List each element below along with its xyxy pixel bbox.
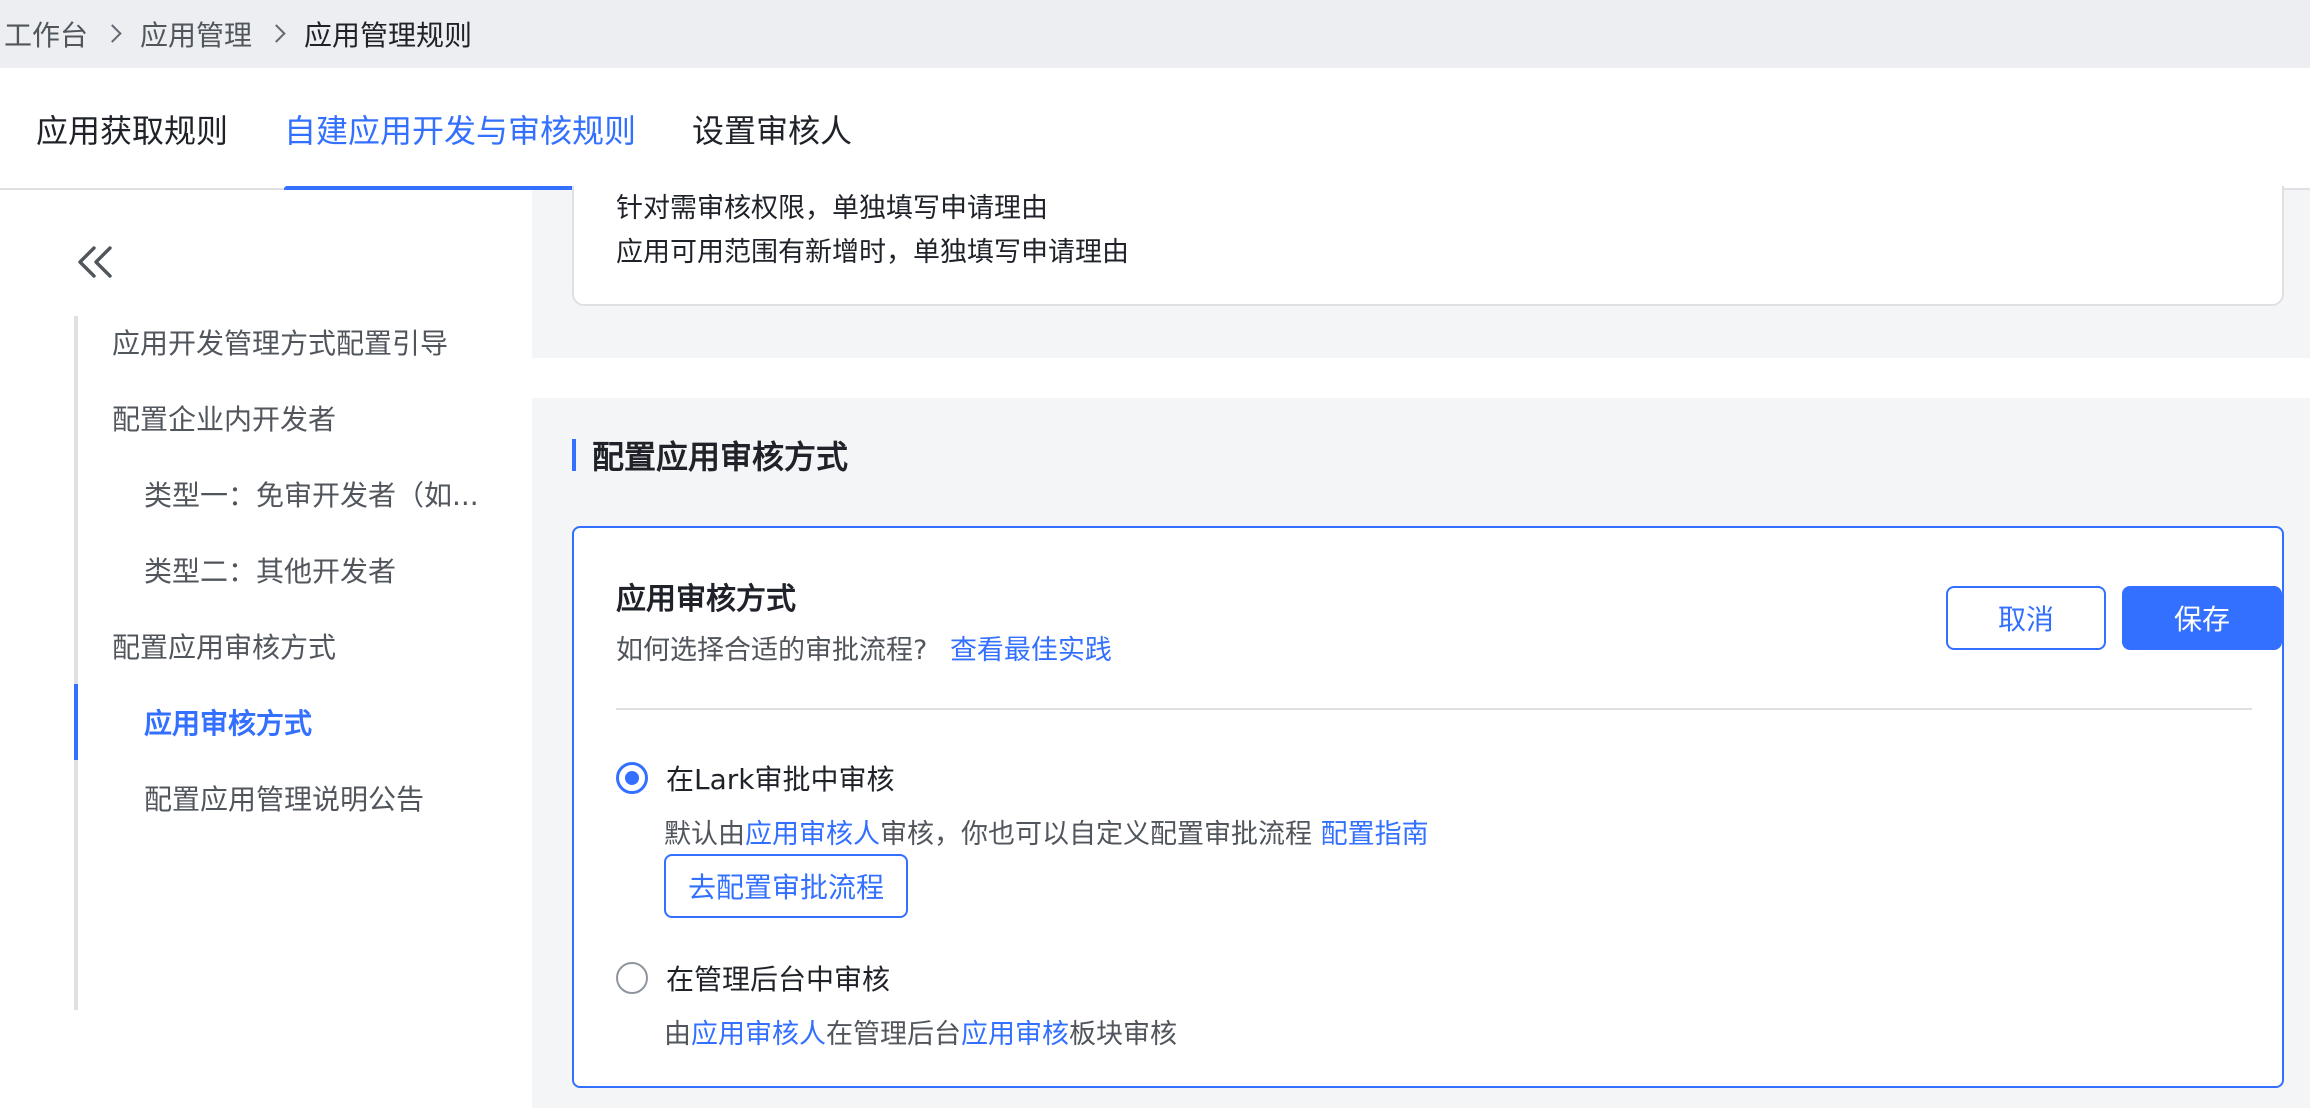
section-separator — [532, 358, 2310, 398]
toc-item-label: 应用审核方式 — [144, 707, 313, 740]
app-review-section-link[interactable]: 应用审核 — [961, 1019, 1069, 1050]
radio-unchecked-icon[interactable] — [616, 962, 648, 994]
toc-item-label: 类型一：免审开发者（如... — [144, 479, 479, 512]
tab-custom-app-dev-review-rules[interactable]: 自建应用开发与审核规则 — [284, 68, 637, 192]
double-chevron-left-icon[interactable] — [74, 240, 122, 284]
tab-bar: 应用获取规则 自建应用开发与审核规则 设置审核人 — [0, 68, 2310, 192]
section-title-bar — [572, 439, 576, 471]
main-content: 针对需审核权限，单独填写申请理由 应用可用范围有新增时，单独填写申请理由 配置应… — [532, 186, 2310, 1108]
page: 工作台 应用管理 应用管理规则 应用获取规则 自建应用开发与审核规则 设置审核人… — [0, 0, 2310, 1108]
previous-section-card: 针对需审核权限，单独填写申请理由 应用可用范围有新增时，单独填写申请理由 — [572, 186, 2284, 306]
toc-item-label: 配置企业内开发者 — [112, 403, 337, 436]
card-divider — [616, 708, 2252, 710]
toc-item-type-one-developers[interactable]: 类型一：免审开发者（如... — [74, 456, 494, 532]
option-description: 由应用审核人在管理后台应用审核板块审核 — [664, 1012, 1177, 1051]
toc-item-label: 配置应用管理说明公告 — [144, 783, 425, 816]
breadcrumb: 工作台 应用管理 应用管理规则 — [0, 0, 2310, 68]
desc-text: 板块审核 — [1069, 1019, 1177, 1050]
toc-item-management-notice[interactable]: 配置应用管理说明公告 — [74, 760, 494, 836]
reason-rule-line: 针对需审核权限，单独填写申请理由 — [616, 193, 1048, 224]
breadcrumb-item-workbench[interactable]: 工作台 — [4, 14, 88, 54]
card-subtitle: 如何选择合适的审批流程? 查看最佳实践 — [616, 628, 1112, 667]
app-reviewer-link[interactable]: 应用审核人 — [691, 1019, 826, 1050]
reason-rule-line: 应用可用范围有新增时，单独填写申请理由 — [616, 237, 1129, 268]
save-button[interactable]: 保存 — [2122, 586, 2282, 650]
breadcrumb-item-current: 应用管理规则 — [304, 19, 473, 52]
toc-item-review-method[interactable]: 应用审核方式 — [74, 684, 494, 760]
sidebar-toc: 应用开发管理方式配置引导 配置企业内开发者 类型一：免审开发者（如... 类型二… — [0, 190, 532, 1108]
configure-approval-flow-button[interactable]: 去配置审批流程 — [664, 854, 908, 918]
radio-label: 在Lark审批中审核 — [666, 763, 895, 796]
chevron-right-icon — [258, 20, 298, 48]
chevron-right-icon — [94, 20, 134, 48]
card-subtitle-text: 如何选择合适的审批流程? — [616, 635, 928, 666]
radio-option-lark-approval[interactable]: 在Lark审批中审核 — [616, 760, 895, 796]
review-method-card: 应用审核方式 如何选择合适的审批流程? 查看最佳实践 取消 保存 在Lark审批… — [572, 526, 2284, 1088]
config-guide-link[interactable]: 配置指南 — [1321, 819, 1429, 850]
section-title: 配置应用审核方式 — [572, 438, 848, 476]
toc-item-dev-guide[interactable]: 应用开发管理方式配置引导 — [74, 304, 494, 380]
toc-item-type-two-developers[interactable]: 类型二：其他开发者 — [74, 532, 494, 608]
option-description: 默认由应用审核人审核，你也可以自定义配置审批流程 配置指南 — [664, 812, 1429, 851]
toc-item-config-developers[interactable]: 配置企业内开发者 — [74, 380, 494, 456]
best-practice-link[interactable]: 查看最佳实践 — [950, 635, 1112, 666]
card-title: 应用审核方式 — [616, 582, 796, 617]
desc-text: 在管理后台 — [826, 1019, 961, 1050]
tab-set-reviewer[interactable]: 设置审核人 — [692, 68, 852, 190]
toc-item-label: 类型二：其他开发者 — [144, 555, 397, 588]
cancel-button[interactable]: 取消 — [1946, 586, 2106, 650]
breadcrumb-item-app-management[interactable]: 应用管理 — [140, 14, 252, 54]
radio-checked-icon[interactable] — [616, 762, 648, 794]
desc-text: 审核，你也可以自定义配置审批流程 — [880, 819, 1312, 850]
desc-text: 默认由 — [664, 819, 745, 850]
toc-item-label: 应用开发管理方式配置引导 — [112, 327, 449, 360]
toc-item-label: 配置应用审核方式 — [112, 631, 337, 664]
app-reviewer-link[interactable]: 应用审核人 — [745, 819, 880, 850]
section-title-text: 配置应用审核方式 — [592, 438, 849, 476]
tab-app-acquisition-rules[interactable]: 应用获取规则 — [36, 68, 228, 190]
radio-label: 在管理后台中审核 — [666, 963, 891, 996]
radio-option-admin-console[interactable]: 在管理后台中审核 — [616, 960, 890, 996]
toc-item-config-review-method[interactable]: 配置应用审核方式 — [74, 608, 494, 684]
desc-text: 由 — [664, 1019, 691, 1050]
